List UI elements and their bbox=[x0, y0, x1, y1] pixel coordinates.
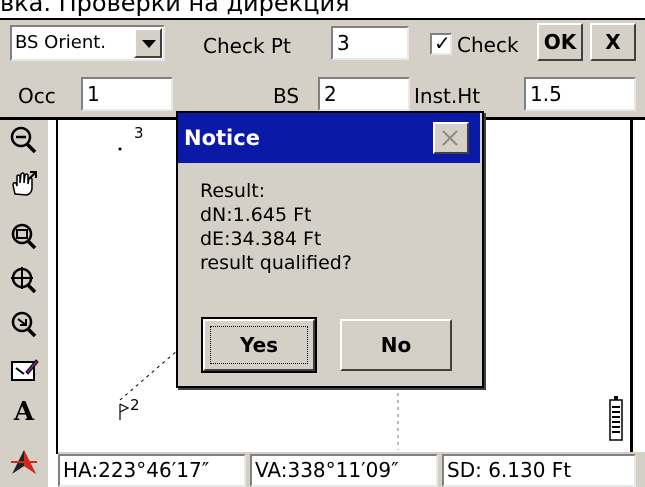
dialog-message-line: result qualified? bbox=[200, 252, 352, 274]
occ-label: Occ bbox=[18, 84, 56, 108]
close-icon[interactable] bbox=[433, 122, 469, 154]
check-pt-label: Check Pt bbox=[203, 34, 291, 58]
sd-readout: SD: 6.130 Ft bbox=[442, 454, 636, 487]
no-button-label: No bbox=[380, 333, 412, 357]
no-button[interactable]: No bbox=[340, 319, 452, 371]
checkmark-icon: ✓ bbox=[434, 31, 451, 55]
bs-input[interactable]: 2 bbox=[318, 77, 410, 111]
occ-input[interactable]: 1 bbox=[81, 77, 173, 111]
edit-layer-icon[interactable] bbox=[8, 354, 40, 386]
point-3-label: 3 bbox=[134, 124, 144, 142]
orientation-select-value: BS Orient. bbox=[15, 32, 107, 53]
chevron-down-icon[interactable] bbox=[134, 28, 162, 58]
point-2-label: 2 bbox=[130, 396, 140, 414]
window-caption: вка. Проверки на дирекция bbox=[0, 0, 350, 17]
inst-ht-input[interactable]: 1.5 bbox=[524, 77, 636, 111]
pan-hand-icon[interactable] bbox=[8, 168, 40, 200]
bs-label: BS bbox=[273, 84, 300, 108]
zoom-previous-icon[interactable] bbox=[8, 308, 40, 340]
yes-button-label: Yes bbox=[239, 333, 279, 357]
yes-button[interactable]: Yes bbox=[201, 317, 317, 373]
dialog-message-line: dN:1.645 Ft bbox=[200, 204, 312, 226]
check-label: Check bbox=[457, 33, 519, 57]
zoom-out-icon[interactable] bbox=[8, 124, 40, 156]
inst-ht-label: Inst.Ht bbox=[414, 84, 481, 108]
check-pt-input[interactable]: 3 bbox=[331, 26, 409, 60]
zoom-window-icon[interactable] bbox=[8, 220, 40, 252]
map-frame-right bbox=[630, 120, 633, 454]
check-checkbox[interactable]: ✓ bbox=[430, 31, 452, 55]
ha-readout: HA:223°46′17″ bbox=[58, 454, 246, 487]
orientation-select[interactable]: BS Orient. bbox=[10, 25, 165, 61]
dialog-title: Notice bbox=[184, 126, 260, 150]
va-readout: VA:338°11′09″ bbox=[250, 454, 438, 487]
cancel-x-button[interactable]: X bbox=[590, 23, 636, 61]
dialog-message-line: dE:34.384 Ft bbox=[200, 228, 322, 250]
ok-button[interactable]: OK bbox=[537, 23, 583, 61]
dialog-message-line: Result: bbox=[200, 180, 266, 202]
compass-icon[interactable] bbox=[8, 446, 40, 478]
text-icon[interactable]: A bbox=[8, 396, 40, 428]
map-frame-left bbox=[56, 120, 58, 454]
zoom-extents-icon[interactable] bbox=[8, 264, 40, 296]
